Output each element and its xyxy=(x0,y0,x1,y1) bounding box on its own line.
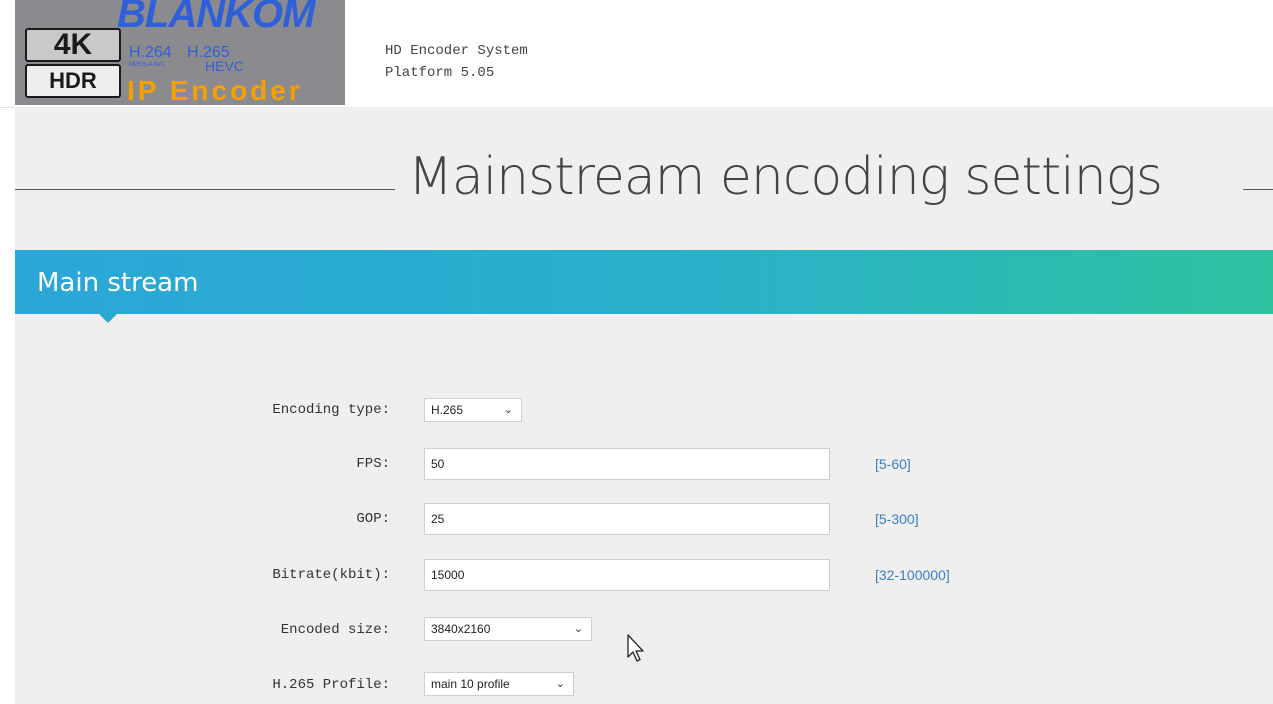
section-header: Main stream xyxy=(15,250,1273,323)
logo-4k-badge: 4K xyxy=(25,28,121,62)
encoded-size-select[interactable]: 3840x2160 ⌄ xyxy=(424,617,592,641)
fps-input[interactable] xyxy=(424,448,830,480)
title-divider-right xyxy=(1243,189,1273,190)
gop-label: GOP: xyxy=(356,511,390,527)
bitrate-label: Bitrate(kbit): xyxy=(272,567,390,583)
gop-range: [5-300] xyxy=(875,511,919,527)
gop-input[interactable] xyxy=(424,503,830,535)
profile-select[interactable]: main 10 profile ⌄ xyxy=(424,672,574,696)
chevron-down-icon: ⌄ xyxy=(555,677,565,690)
logo-brand: BLANKOM xyxy=(117,0,315,36)
profile-value: main 10 profile xyxy=(431,677,510,691)
system-info: HD Encoder System Platform 5.05 xyxy=(385,40,528,84)
chevron-down-icon: ⌄ xyxy=(503,403,513,416)
bitrate-input[interactable] xyxy=(424,559,830,591)
page-title-area: Mainstream encoding settings xyxy=(15,107,1273,250)
logo-codec-hevc: HEVC xyxy=(205,58,244,74)
section-notch xyxy=(98,313,118,323)
main-content: Mainstream encoding settings Main stream xyxy=(15,107,1273,704)
platform-version: Platform 5.05 xyxy=(385,65,495,81)
encoded-size-label: Encoded size: xyxy=(280,622,390,638)
system-name: HD Encoder System xyxy=(385,43,528,59)
title-divider-left xyxy=(15,189,395,190)
chevron-down-icon: ⌄ xyxy=(573,622,583,635)
encoding-type-label: Encoding type: xyxy=(272,402,390,418)
encoding-type-value: H.265 xyxy=(431,403,464,417)
encoded-size-value: 3840x2160 xyxy=(431,622,491,636)
logo-codec-h264: H.264 xyxy=(129,44,172,61)
logo-product: IP Encoder xyxy=(127,75,303,105)
profile-label: H.265 Profile: xyxy=(272,677,390,693)
logo-codec-mpeg: MPEG-4 AVC xyxy=(129,62,166,68)
top-bar: BLANKOM 4K HDR H.264 H.265 MPEG-4 AVC HE… xyxy=(0,0,1273,108)
fps-range: [5-60] xyxy=(875,456,911,472)
logo: BLANKOM 4K HDR H.264 H.265 MPEG-4 AVC HE… xyxy=(15,0,345,105)
mouse-pointer-icon xyxy=(627,634,644,662)
fps-label: FPS: xyxy=(356,456,390,472)
page-title: Mainstream encoding settings xyxy=(408,147,1163,207)
encoding-type-select[interactable]: H.265 ⌄ xyxy=(424,398,522,422)
logo-hdr-badge: HDR xyxy=(25,64,121,98)
bitrate-range: [32-100000] xyxy=(875,567,950,583)
section-title: Main stream xyxy=(37,268,199,298)
